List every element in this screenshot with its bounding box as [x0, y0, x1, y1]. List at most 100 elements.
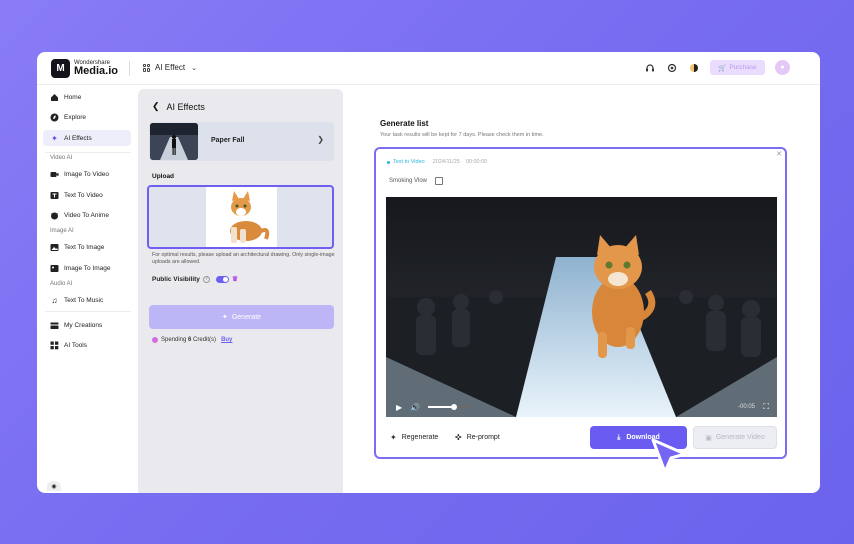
ai-effect-dropdown[interactable]: AI Effect ⌄: [143, 63, 197, 72]
image-icon: [50, 243, 59, 252]
visibility-label: Public Visibility: [152, 275, 200, 283]
generate-video-label: Generate Video: [715, 434, 765, 441]
video-frame: [386, 197, 777, 417]
uploaded-cat-image: [206, 187, 277, 247]
visibility-toggle[interactable]: [215, 275, 229, 283]
prompt-row: Smoking Vlow: [389, 177, 444, 185]
prompt-text: Smoking Vlow: [389, 178, 428, 184]
music-icon: ♫: [51, 295, 58, 305]
sidebar-item-label: AI Effects: [64, 134, 92, 142]
purchase-label: Purchase: [729, 64, 757, 71]
compass-icon: [50, 113, 59, 122]
home-icon: [50, 93, 59, 102]
help-icon[interactable]: ?: [202, 275, 210, 283]
generate-list-title: Generate list: [380, 119, 429, 128]
sparkle-icon: ✦: [221, 314, 228, 321]
sidebar-item-image-to-image[interactable]: Image To Image: [43, 260, 131, 276]
sidebar-item-label: Image To Image: [64, 264, 111, 272]
effects-panel: ❮ AI Effects Paper Fall ❯ Upload For opt…: [138, 89, 343, 493]
group-label-audio: Audio AI: [50, 281, 73, 287]
volume-icon[interactable]: 🔊: [410, 403, 420, 412]
panel-header: ❮ AI Effects: [152, 101, 205, 112]
avatar[interactable]: ●: [775, 60, 790, 75]
gear-icon[interactable]: [666, 62, 678, 74]
robot-icon[interactable]: ◉: [47, 481, 61, 491]
video-frame-icon: ▣: [705, 434, 712, 442]
result-type-tag: Text to Video: [393, 159, 425, 165]
spending-row: Spending 6 Credit(s) Buy: [152, 337, 232, 343]
effect-name: Paper Fall: [211, 137, 245, 144]
sidebar: Home Explore ✦ AI Effects Video AI Image…: [37, 85, 137, 493]
fullscreen-icon[interactable]: ⛶: [763, 402, 769, 412]
upload-label: Upload: [152, 173, 175, 180]
generate-video-button[interactable]: ▣ Generate Video: [693, 426, 777, 449]
spending-suffix: Credit(s): [193, 337, 217, 343]
chevron-right-icon: ❯: [317, 135, 324, 144]
back-arrow-icon[interactable]: ❮: [152, 101, 160, 112]
result-meta: Text to Video 2024/11/25 00:00:00: [387, 159, 487, 165]
video-time: -00:05: [737, 404, 755, 410]
upload-hint: For optimal results, please upload an ar…: [152, 252, 335, 265]
crown-icon: ♛: [231, 276, 239, 283]
sidebar-item-home[interactable]: Home: [43, 89, 131, 105]
text-video-icon: [50, 191, 59, 200]
video-icon: [50, 170, 59, 179]
sidebar-item-ai-tools[interactable]: AI Tools: [43, 337, 131, 353]
close-icon[interactable]: ✕: [776, 150, 782, 158]
regenerate-button[interactable]: ✦ Regenerate: [390, 433, 438, 442]
reprompt-button[interactable]: ✜ Re-prompt: [455, 433, 500, 442]
sidebar-item-video-to-anime[interactable]: Video To Anime: [43, 207, 131, 223]
sidebar-divider: [45, 152, 131, 153]
apps-grid-icon: [50, 341, 59, 350]
sidebar-item-label: Text To Video: [64, 191, 103, 199]
video-progress-track[interactable]: [428, 404, 471, 410]
sidebar-item-text-to-video[interactable]: Text To Video: [43, 187, 131, 203]
sidebar-divider: [45, 311, 131, 312]
result-time: 00:00:00: [465, 159, 488, 165]
logo-product: Media.io: [74, 65, 119, 77]
sidebar-item-explore[interactable]: Explore: [43, 109, 131, 125]
panel-title: AI Effects: [166, 101, 205, 112]
sidebar-item-text-to-image[interactable]: Text To Image: [43, 239, 131, 255]
generate-button[interactable]: ✦ Generate: [149, 305, 334, 329]
sidebar-item-label: AI Tools: [64, 341, 88, 349]
app-logo[interactable]: M Wondershare Media.io: [51, 59, 118, 78]
sidebar-item-ai-effects[interactable]: ✦ AI Effects: [43, 130, 131, 146]
sparkle-icon: ✦: [390, 433, 397, 442]
headset-icon[interactable]: [644, 62, 656, 74]
logo-mark-icon: M: [51, 59, 70, 78]
image-swap-icon: [50, 264, 59, 273]
purchase-button[interactable]: 🛒 Purchase: [710, 60, 765, 75]
video-controls: ▶ 🔊 -00:05 ⛶: [386, 397, 777, 417]
sidebar-item-text-to-music[interactable]: ♫ Text To Music: [43, 292, 131, 308]
credit-coin-icon: [152, 337, 158, 343]
upload-dropzone[interactable]: [147, 185, 334, 249]
header-divider: [129, 61, 130, 76]
result-card: ✕ Text to Video 2024/11/25 00:00:00 Smok…: [374, 147, 787, 459]
cart-icon: 🛒: [718, 64, 727, 72]
group-label-image: Image AI: [50, 228, 74, 234]
spending-credits: 6: [188, 337, 192, 343]
video-progress-handle[interactable]: [451, 404, 458, 410]
video-player[interactable]: ▶ 🔊 -00:05 ⛶: [386, 197, 777, 417]
group-label-video: Video AI: [50, 155, 73, 161]
buy-link[interactable]: Buy: [221, 337, 232, 343]
sidebar-item-label: Text To Image: [64, 243, 105, 251]
anime-icon: [50, 211, 59, 220]
reprompt-label: Re-prompt: [466, 434, 500, 441]
public-visibility-row: Public Visibility ? ♛: [152, 275, 238, 283]
sidebar-item-my-creations[interactable]: My Creations: [43, 317, 131, 333]
play-icon[interactable]: ▶: [396, 403, 402, 412]
ai-effect-label: AI Effect: [155, 63, 186, 72]
contrast-icon[interactable]: [688, 62, 700, 74]
status-dot: [387, 160, 390, 164]
download-icon: ⤓: [617, 433, 621, 441]
regenerate-label: Regenerate: [401, 434, 439, 441]
sidebar-item-label: Video To Anime: [64, 211, 109, 219]
grid-icon: [143, 63, 151, 72]
sidebar-item-image-to-video[interactable]: Image To Video: [43, 166, 131, 182]
copy-icon[interactable]: [435, 177, 444, 185]
effect-card[interactable]: Paper Fall ❯: [149, 122, 334, 161]
sidebar-item-label: My Creations: [64, 321, 103, 329]
result-date: 2024/11/25: [432, 159, 460, 165]
